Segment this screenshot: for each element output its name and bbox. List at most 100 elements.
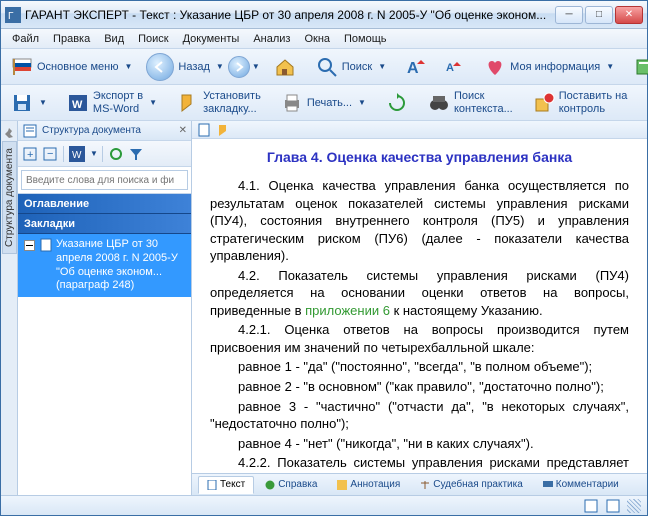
comment-icon: [543, 480, 553, 490]
menubar: Файл Правка Вид Поиск Документы Анализ О…: [1, 29, 647, 49]
changes-button[interactable]: Измене...▼: [641, 88, 648, 118]
font-dec-icon: A: [442, 56, 464, 78]
close-button[interactable]: ✕: [615, 6, 643, 24]
main-menu-label: Основное меню: [37, 61, 118, 73]
tab-annotation[interactable]: Аннотация: [328, 476, 409, 494]
menu-analysis[interactable]: Анализ: [246, 31, 297, 47]
maximize-button[interactable]: □: [585, 6, 613, 24]
titlebar: Г ГАРАНТ ЭКСПЕРТ - Текст : Указание ЦБР …: [1, 1, 647, 29]
pin-icon[interactable]: [1, 125, 17, 141]
tab-text[interactable]: Текст: [198, 476, 254, 494]
bookmark-button[interactable]: Установитьзакладку...: [171, 88, 267, 118]
resize-grip[interactable]: [627, 499, 641, 513]
left-tab-strip: Структура документа: [1, 121, 18, 495]
bookmark-label: Установитьзакладку...: [203, 90, 261, 114]
menu-file[interactable]: Файл: [5, 31, 46, 47]
paragraph: равное 2 - "в основном" ("как правило", …: [210, 378, 629, 396]
svg-text:+: +: [27, 149, 33, 161]
tree-item-label: Указание ЦБР от 30 апреля 2008 г. N 2005…: [56, 238, 187, 293]
font-increase-button[interactable]: A: [400, 52, 434, 82]
home-button[interactable]: [268, 52, 302, 82]
menu-view[interactable]: Вид: [97, 31, 131, 47]
forward-button[interactable]: [228, 56, 250, 78]
binoculars-icon: [428, 92, 450, 114]
sidebar: Структура документа ✕ + − W ▼ Оглавление…: [18, 121, 192, 495]
doc-icon[interactable]: [196, 122, 212, 138]
chevron-down-icon: ▼: [378, 62, 386, 71]
search-button[interactable]: Поиск▼: [310, 52, 392, 82]
page-icon: [207, 480, 217, 490]
paragraph: 4.1. Оценка качества управления банка ос…: [210, 177, 629, 265]
sidebar-tools: + − W ▼: [18, 141, 191, 167]
flag-icon[interactable]: [215, 122, 231, 138]
task-panel-button[interactable]: Панель задач: [628, 52, 648, 82]
sidebar-tab-structure[interactable]: Структура документа: [2, 141, 17, 254]
word-export-icon[interactable]: W: [68, 145, 86, 163]
tab-court[interactable]: Судебная практика: [411, 476, 532, 494]
bookmark-flag-icon: [177, 92, 199, 114]
minus-box-icon[interactable]: [22, 238, 36, 252]
chevron-down-icon: ▼: [358, 98, 366, 107]
sync-icon[interactable]: [107, 145, 125, 163]
sidebar-tree: Указание ЦБР от 30 апреля 2008 г. N 2005…: [18, 234, 191, 495]
svg-text:W: W: [72, 150, 82, 161]
search-icon: [316, 56, 338, 78]
sidebar-close-icon[interactable]: ✕: [179, 125, 187, 136]
put-control-button[interactable]: Поставить наконтроль: [527, 88, 634, 118]
menu-windows[interactable]: Окна: [297, 31, 337, 47]
my-info-button[interactable]: Моя информация ▼: [478, 52, 620, 82]
sidebar-search-input[interactable]: [21, 170, 188, 190]
collapse-all-icon[interactable]: −: [41, 145, 59, 163]
my-info-label: Моя информация: [510, 61, 600, 73]
heart-icon: [484, 56, 506, 78]
chevron-down-icon: ▼: [606, 62, 614, 71]
section-toc[interactable]: Оглавление: [18, 194, 191, 214]
word-icon: W: [67, 92, 89, 114]
print-button[interactable]: Печать... ▼: [275, 88, 372, 118]
sidebar-header: Структура документа ✕: [18, 121, 191, 141]
chevron-down-icon: ▼: [124, 62, 132, 71]
menu-help[interactable]: Помощь: [337, 31, 394, 47]
menu-documents[interactable]: Документы: [176, 31, 247, 47]
filter-icon[interactable]: [127, 145, 145, 163]
app-icon: Г: [5, 7, 21, 23]
info-icon: [265, 480, 275, 490]
back-button[interactable]: [146, 53, 174, 81]
status-icon[interactable]: [583, 498, 599, 514]
document-body[interactable]: Глава 4. Оценка качества управления банк…: [192, 139, 647, 473]
print-label: Печать...: [307, 97, 352, 109]
svg-text:A: A: [407, 60, 419, 77]
export-msword-button[interactable]: W Экспорт вMS-Word▼: [61, 88, 163, 118]
chevron-down-icon: ▼: [149, 98, 157, 107]
minimize-button[interactable]: ─: [555, 6, 583, 24]
section-bookmarks[interactable]: Закладки: [18, 214, 191, 234]
doc-link[interactable]: приложении 6: [305, 303, 390, 318]
menu-search[interactable]: Поиск: [131, 31, 175, 47]
status-icon[interactable]: [605, 498, 621, 514]
svg-text:−: −: [47, 148, 53, 160]
svg-text:A: A: [446, 62, 454, 74]
main-menu-button[interactable]: Основное меню ▼: [5, 52, 138, 82]
doc-heading: Глава 4. Оценка качества управления банк…: [210, 149, 629, 165]
paragraph: 4.2. Показатель системы управления риска…: [210, 267, 629, 320]
tree-item[interactable]: Указание ЦБР от 30 апреля 2008 г. N 2005…: [18, 234, 191, 297]
statusbar: [1, 495, 647, 515]
control-icon: [533, 92, 555, 114]
expand-all-icon[interactable]: +: [21, 145, 39, 163]
font-inc-icon: A: [406, 56, 428, 78]
svg-text:W: W: [72, 99, 83, 111]
save-button[interactable]: ▼: [5, 88, 53, 118]
flag-icon: [11, 56, 33, 78]
context-search-button[interactable]: Поискконтекста...: [422, 88, 519, 118]
paragraph: 4.2.1. Оценка ответов на вопросы произво…: [210, 321, 629, 356]
svg-text:Г: Г: [8, 11, 14, 22]
back-label: Назад: [174, 61, 214, 73]
chevron-down-icon: ▼: [39, 98, 47, 107]
menu-edit[interactable]: Правка: [46, 31, 97, 47]
nav-arrows: Назад▼ ▼: [146, 53, 259, 81]
font-decrease-button[interactable]: A: [436, 52, 470, 82]
chevron-down-icon[interactable]: ▼: [90, 149, 98, 158]
tab-comments[interactable]: Комментарии: [534, 476, 628, 494]
tab-help[interactable]: Справка: [256, 476, 326, 494]
sync-button[interactable]: [380, 88, 414, 118]
